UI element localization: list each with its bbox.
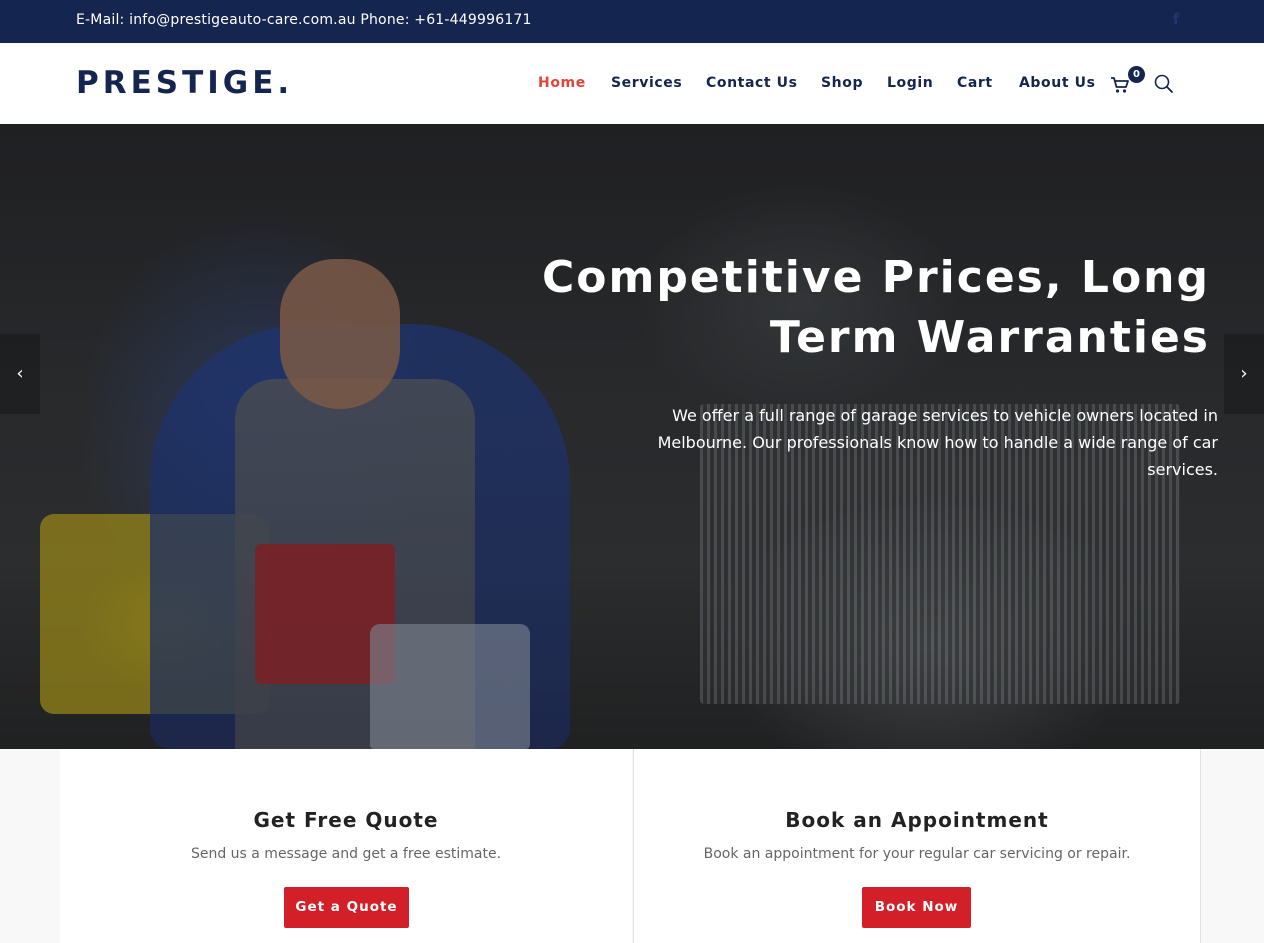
search-icon xyxy=(1154,74,1173,93)
hero-slider: Competitive Prices, Long Term Warranties… xyxy=(0,124,1264,749)
cart-button[interactable]: 0 xyxy=(1110,66,1146,97)
chevron-left-icon: ‹ xyxy=(16,363,24,384)
cart-count-badge: 0 xyxy=(1128,66,1145,83)
hero-title: Competitive Prices, Long Term Warranties xyxy=(510,248,1210,368)
feature-description: Book an appointment for your regular car… xyxy=(703,846,1131,862)
facebook-icon[interactable]: f xyxy=(1170,10,1182,28)
search-button[interactable] xyxy=(1154,74,1174,94)
nav-shop[interactable]: Shop xyxy=(821,75,863,91)
nav-contact-us[interactable]: Contact Us xyxy=(706,75,798,91)
slider-next-button[interactable]: › xyxy=(1224,334,1264,414)
hero-title-line-1: Competitive Prices, Long xyxy=(541,252,1210,303)
feature-title: Book an Appointment xyxy=(785,808,1049,832)
feature-description: Send us a message and get a free estimat… xyxy=(190,846,502,862)
cart-icon xyxy=(1111,77,1129,93)
nav-login[interactable]: Login xyxy=(887,75,933,91)
site-logo[interactable]: PRESTIGE. xyxy=(76,65,293,101)
top-bar: E-Mail: info@prestigeauto-care.com.au Ph… xyxy=(0,0,1264,43)
feature-section: Get Free Quote Send us a message and get… xyxy=(0,749,1264,943)
nav-about-us[interactable]: About Us xyxy=(1019,75,1096,91)
get-a-quote-button[interactable]: Get a Quote xyxy=(284,887,409,928)
hero-description: We offer a full range of garage services… xyxy=(657,406,1218,479)
feature-book-appointment: Book an Appointment Book an appointment … xyxy=(633,749,1201,943)
feature-free-quote: Get Free Quote Send us a message and get… xyxy=(60,749,632,943)
slider-prev-button[interactable]: ‹ xyxy=(0,334,40,414)
feature-title: Get Free Quote xyxy=(253,808,439,832)
nav-home[interactable]: Home xyxy=(538,75,586,91)
contact-info: E-Mail: info@prestigeauto-care.com.au Ph… xyxy=(76,12,532,28)
nav-cart[interactable]: Cart xyxy=(957,75,993,91)
chevron-right-icon: › xyxy=(1240,363,1248,384)
book-now-button[interactable]: Book Now xyxy=(862,887,971,928)
hero-title-line-2: Term Warranties xyxy=(769,312,1210,363)
nav-services[interactable]: Services xyxy=(611,75,682,91)
site-header: PRESTIGE. Home Services Contact Us Shop … xyxy=(0,43,1264,124)
